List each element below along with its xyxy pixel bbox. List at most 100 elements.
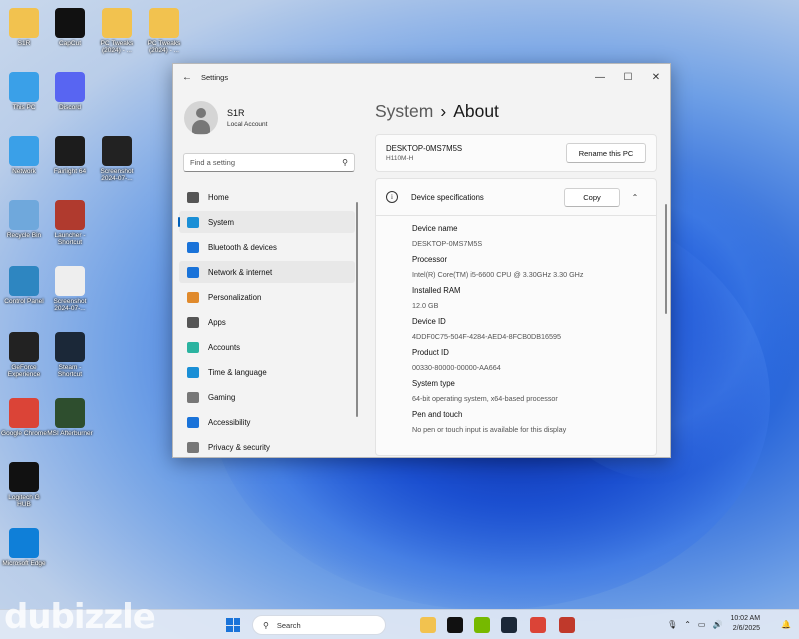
sidebar-item-system[interactable]: System — [178, 211, 355, 233]
wifi-icon — [187, 266, 199, 278]
spec-value: No pen or touch input is available for t… — [412, 425, 567, 434]
desktop-icon[interactable]: PC Tweaks (2024) - ... — [94, 8, 140, 54]
desktop-icon-label: Network — [12, 168, 36, 175]
settings-window: ← Settings — ☐ ✕ S1R Local Account Find … — [172, 63, 671, 458]
chevron-up-icon[interactable]: ⌃ — [684, 620, 691, 629]
sidebar-item-gaming[interactable]: Gaming — [179, 386, 355, 408]
desktop-icon[interactable]: Steam - Shortcut — [47, 332, 93, 378]
bluetooth-icon — [187, 241, 199, 253]
close-button[interactable]: ✕ — [642, 72, 670, 83]
user-profile[interactable]: S1R Local Account — [184, 101, 361, 135]
desktop-icon[interactable]: Launcher - Shortcut — [47, 200, 93, 246]
desktop-icon[interactable]: PC Tweaks (2024) - ... — [141, 8, 187, 54]
sidebar-item-label: Bluetooth & devices — [208, 242, 277, 252]
desktop-icon[interactable]: Control Panel — [1, 266, 47, 305]
taskbar-search-label: Search — [276, 620, 301, 630]
volume-icon[interactable]: 🔊 — [712, 620, 722, 629]
back-arrow-icon[interactable]: ← — [173, 72, 201, 83]
desktop-icon[interactable]: MSI Afterburner — [47, 398, 93, 437]
network-icon[interactable]: ▭ — [698, 620, 706, 629]
desktop-icon[interactable]: Recycle Bin — [1, 200, 47, 239]
spec-row: Product ID 00330-80000-00000-AA664 — [412, 348, 656, 379]
minimize-button[interactable]: — — [586, 72, 614, 83]
logitech-icon — [9, 462, 39, 492]
desktop-icon[interactable]: CapCut — [47, 8, 93, 47]
breadcrumb-about: About — [453, 101, 499, 121]
controller-icon — [187, 391, 199, 403]
sidebar-item-label: Accessibility — [208, 417, 251, 427]
file-explorer-icon[interactable] — [420, 617, 436, 633]
sidebar: S1R Local Account Find a setting ⚲ Home S… — [173, 90, 361, 457]
sidebar-item-personalization[interactable]: Personalization — [179, 286, 355, 308]
settings-search-input[interactable]: Find a setting ⚲ — [183, 153, 355, 172]
start-button[interactable] — [226, 618, 240, 632]
rename-pc-button[interactable]: Rename this PC — [566, 143, 646, 163]
spec-label: Device ID — [412, 317, 446, 326]
folder-icon — [102, 8, 132, 38]
desktop-icon-label: Discord — [58, 104, 82, 111]
home-icon — [187, 191, 199, 203]
main-scrollbar[interactable] — [665, 204, 667, 314]
breadcrumb-system[interactable]: System — [375, 101, 433, 121]
desktop-icon[interactable]: Microsoft Edge — [1, 528, 47, 567]
sidebar-item-time-language[interactable]: Time & language — [179, 361, 355, 383]
desktop-icon-label: PC Tweaks (2024) - ... — [100, 40, 134, 54]
sidebar-scrollbar[interactable] — [356, 202, 358, 417]
desktop-icon-label: MSI Afterburner — [47, 430, 93, 437]
pc-model: H110M-H — [386, 155, 414, 162]
microphone-icon[interactable]: 🎙 — [667, 620, 677, 629]
desktop-icon[interactable]: Screenshot 2024-07-... — [47, 266, 93, 312]
system-icon — [187, 216, 199, 228]
chrome-icon[interactable] — [530, 617, 546, 633]
person-icon — [187, 341, 199, 353]
desktop-icon[interactable]: Google Chrome — [1, 398, 47, 437]
sidebar-item-accounts[interactable]: Accounts — [179, 336, 355, 358]
folder-icon — [9, 8, 39, 38]
globe-clock-icon — [187, 366, 199, 378]
notification-bell-icon[interactable]: 🔔 — [781, 620, 791, 629]
screenshot-icon — [102, 136, 132, 166]
desktop-icon[interactable]: S1R — [1, 8, 47, 47]
sidebar-item-apps[interactable]: Apps — [179, 311, 355, 333]
desktop-icon[interactable]: This PC — [1, 72, 47, 111]
sidebar-item-label: System — [208, 217, 234, 227]
steam-icon[interactable] — [501, 617, 517, 633]
apps-icon — [187, 316, 199, 328]
spec-row: Device name DESKTOP-0MS7M5S — [412, 224, 656, 255]
sidebar-item-bluetooth-devices[interactable]: Bluetooth & devices — [179, 236, 355, 258]
snipping-tool-icon[interactable] — [559, 617, 575, 633]
clock[interactable]: 10:02 AM 2/6/2025 — [730, 614, 760, 634]
desktop-icon-label: Screenshot 2024-07-... — [53, 298, 87, 312]
chevron-up-icon[interactable]: ⌃ — [624, 193, 646, 202]
desktop-icon[interactable]: Screenshot 2024-07-... — [94, 136, 140, 182]
recycle-bin-icon — [9, 200, 39, 230]
desktop-icon[interactable]: Network — [1, 136, 47, 175]
folder-icon — [149, 8, 179, 38]
desktop-icon-label: This PC — [12, 104, 36, 111]
time: 10:02 AM — [730, 615, 761, 622]
sidebar-item-label: Network & internet — [208, 267, 273, 277]
maximize-button[interactable]: ☐ — [614, 72, 642, 83]
spec-label: Pen and touch — [412, 410, 463, 419]
geforce-icon[interactable] — [474, 617, 490, 633]
shield-icon — [187, 441, 199, 453]
geforce-icon — [9, 332, 39, 362]
desktop-icon-label: Logitech G HUB — [8, 494, 40, 508]
sidebar-item-accessibility[interactable]: Accessibility — [179, 411, 355, 433]
desktop-icon[interactable]: Logitech G HUB — [1, 462, 47, 508]
title-bar: ← Settings — ☐ ✕ — [173, 64, 670, 90]
avatar — [184, 101, 218, 135]
desktop-icon[interactable]: GeForce Experience — [1, 332, 47, 378]
sidebar-item-home[interactable]: Home — [179, 186, 355, 208]
capcut-icon[interactable] — [447, 617, 463, 633]
taskbar-search[interactable]: ⚲ Search — [252, 615, 386, 635]
copy-button[interactable]: Copy — [564, 187, 620, 207]
sidebar-item-network-internet[interactable]: Network & internet — [179, 261, 355, 283]
device-specifications-header[interactable]: i Device specifications Copy ⌃ — [375, 178, 657, 216]
desktop-icon[interactable]: Discord — [47, 72, 93, 111]
desktop-icon[interactable]: Fairlight 64 — [47, 136, 93, 175]
sidebar-item-privacy-security[interactable]: Privacy & security — [179, 436, 355, 458]
accessibility-icon — [187, 416, 199, 428]
spec-row: Device ID 4DDF0C75-504F-4284-AED4-8FCB0DB… — [412, 317, 656, 348]
spec-value: 12.0 GB — [412, 301, 439, 310]
